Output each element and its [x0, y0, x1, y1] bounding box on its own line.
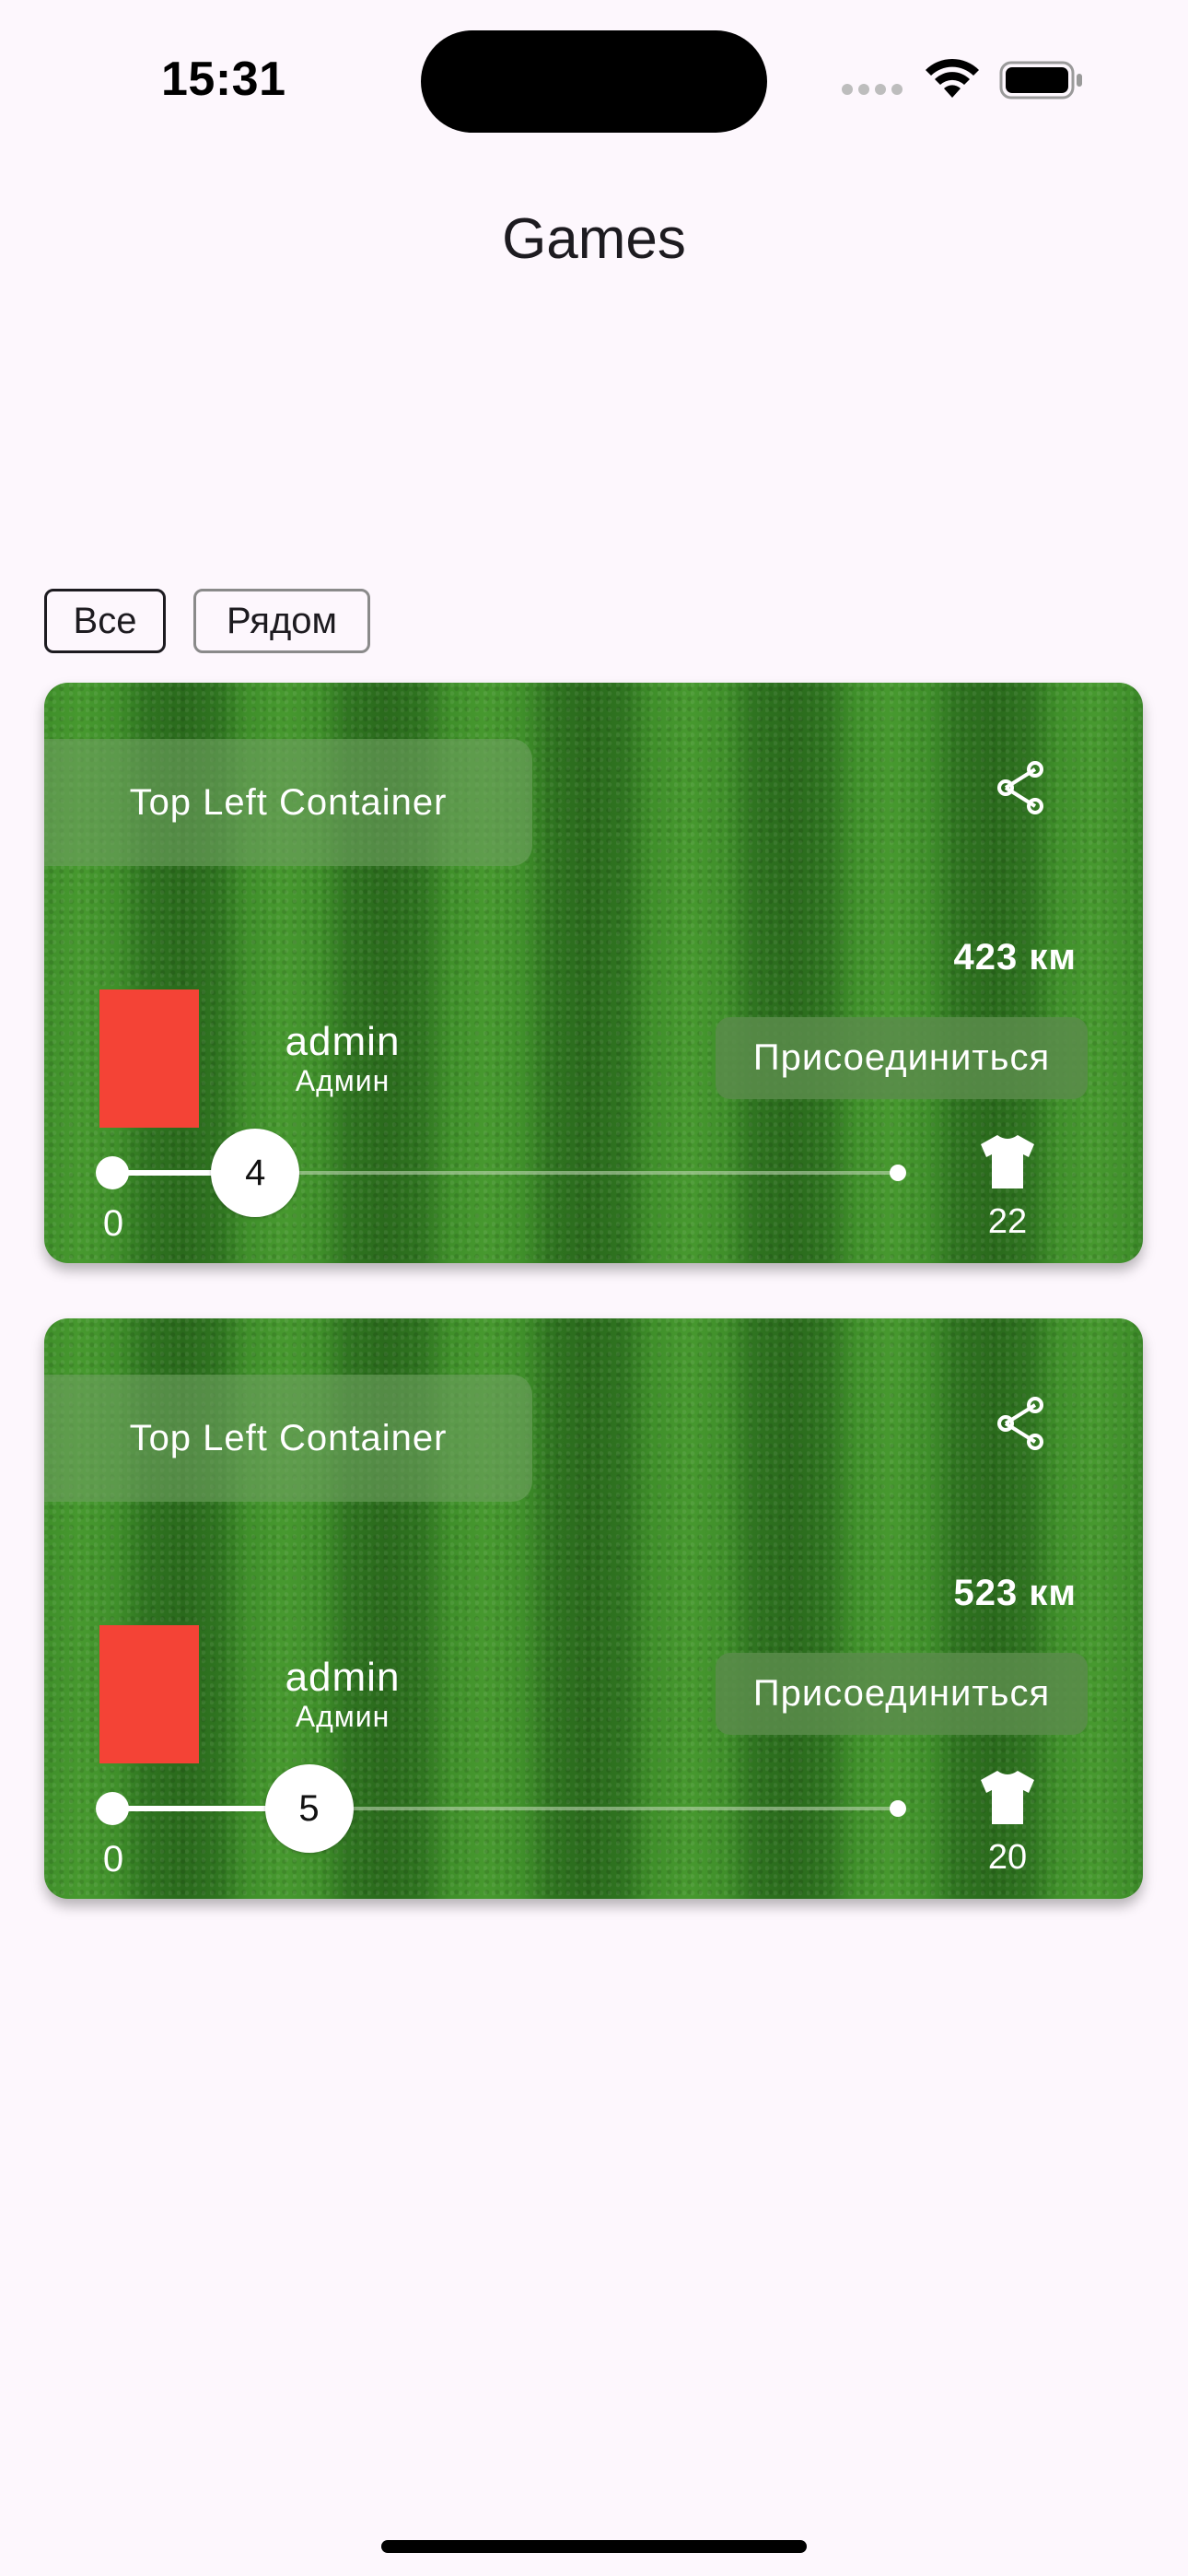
home-indicator [381, 2540, 807, 2553]
status-time: 15:31 [161, 53, 286, 106]
game-card[interactable]: Top Left Container 523 км Присоединиться… [44, 1318, 1143, 1899]
capacity-label: 22 [987, 1202, 1028, 1241]
top-left-container: Top Left Container [44, 739, 532, 866]
slider-start-dot [96, 1792, 129, 1825]
avatar [99, 989, 199, 1128]
filter-nearby-button[interactable]: Рядом [193, 589, 370, 653]
top-left-container: Top Left Container [44, 1375, 532, 1502]
filter-all-button[interactable]: Все [44, 589, 166, 653]
slider-min-label: 0 [102, 1839, 124, 1879]
battery-icon [999, 61, 1082, 100]
join-button[interactable]: Присоединиться [716, 1653, 1088, 1735]
share-icon[interactable] [993, 760, 1048, 815]
join-button[interactable]: Присоединиться [716, 1017, 1088, 1099]
shirt-icon [981, 1135, 1034, 1188]
players-slider-thumb[interactable]: 5 [264, 1764, 354, 1853]
game-card[interactable]: Top Left Container 423 км Присоединиться… [44, 683, 1143, 1263]
slider-min-label: 0 [102, 1203, 124, 1244]
players-slider-thumb[interactable]: 4 [211, 1129, 300, 1217]
avatar [99, 1625, 199, 1763]
wifi-icon [926, 58, 979, 98]
cellular-signal-icon [842, 83, 908, 100]
user-role: Админ [295, 1064, 390, 1097]
slider-start-dot [96, 1156, 129, 1189]
user-role: Админ [295, 1700, 390, 1733]
page-title: Games [502, 207, 686, 271]
slider-end-dot [890, 1800, 906, 1817]
shirt-icon [981, 1771, 1034, 1824]
distance-label: 523 км [953, 1573, 1077, 1613]
username: admin [285, 1655, 401, 1700]
capacity-label: 20 [987, 1838, 1028, 1877]
status-bar: 15:31 [0, 0, 1188, 157]
username: admin [285, 1019, 401, 1064]
distance-label: 423 км [953, 937, 1077, 978]
share-icon[interactable] [993, 1396, 1048, 1451]
slider-end-dot [890, 1165, 906, 1181]
dynamic-island [421, 30, 767, 133]
